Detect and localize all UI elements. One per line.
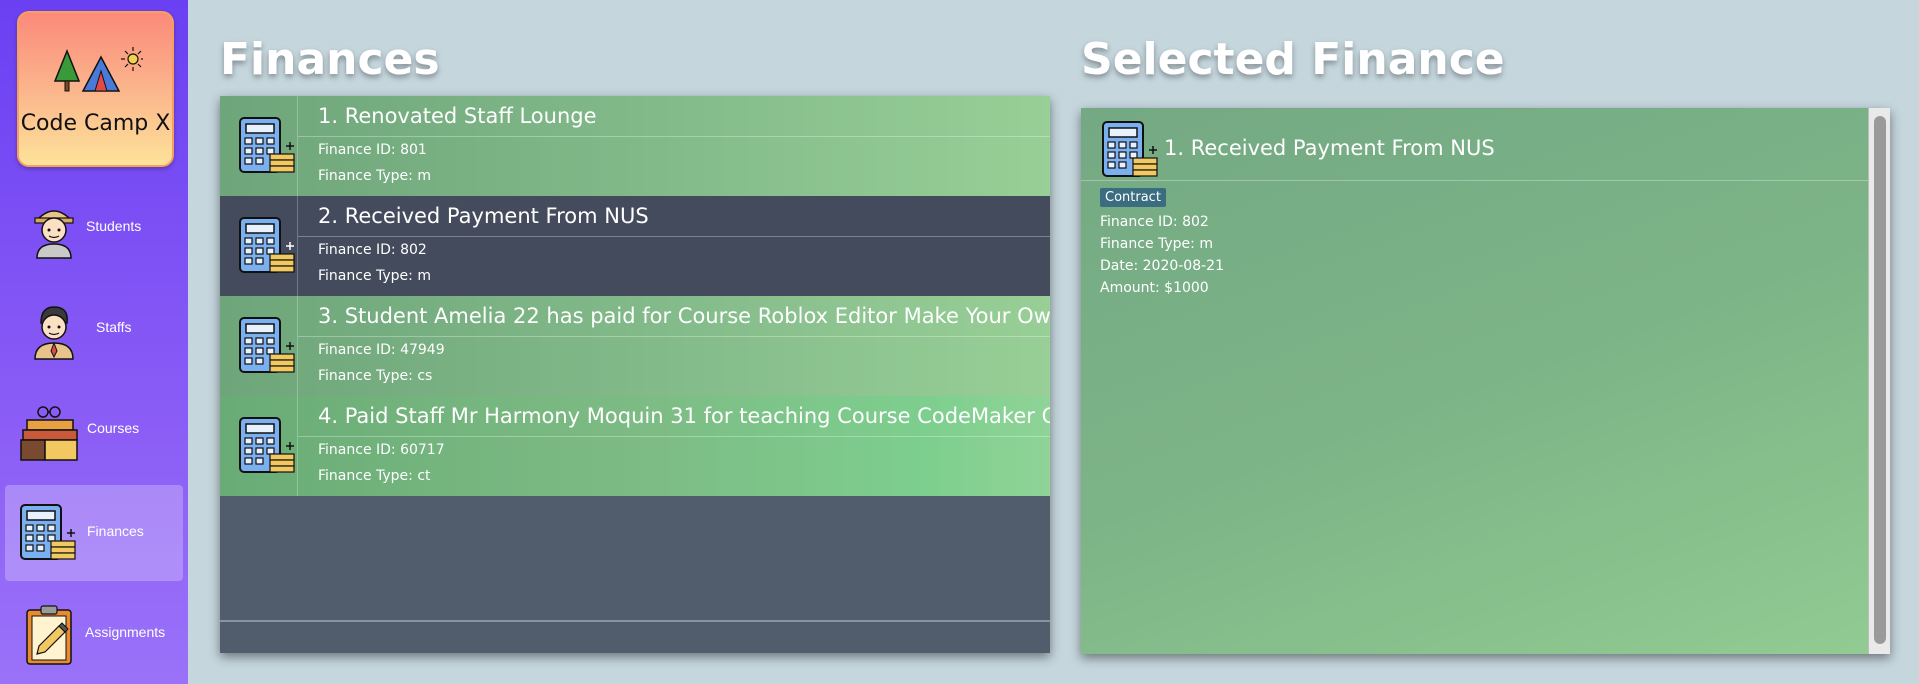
finance-title: 2. Received Payment From NUS [318, 204, 649, 228]
camp-logo-icon [53, 47, 143, 92]
books-icon [20, 406, 78, 461]
selected-finance-date: Date: 2020-08-21 [1100, 258, 1224, 274]
list-item[interactable]: 2. Received Payment From NUS Finance ID:… [220, 196, 1050, 296]
app-logo: Code Camp X [17, 11, 174, 167]
sidebar-item-staffs[interactable]: Staffs [5, 281, 183, 377]
finance-id: Finance ID: 47949 [318, 342, 445, 358]
calculator-icon [239, 417, 295, 473]
calculator-icon [239, 317, 295, 373]
student-icon [34, 210, 74, 259]
finance-id: Finance ID: 801 [318, 142, 427, 158]
sidebar-item-students[interactable]: Students [5, 180, 183, 276]
calculator-icon [239, 117, 295, 173]
selected-finance-panel: 1. Received Payment From NUS Contract Fi… [1081, 108, 1890, 654]
vertical-scrollbar[interactable] [1868, 108, 1890, 654]
status-badge: Contract [1100, 188, 1166, 207]
calculator-icon [1102, 121, 1158, 177]
selected-finance-id: Finance ID: 802 [1100, 214, 1209, 230]
sidebar-item-label: Assignments [85, 624, 166, 640]
staff-icon [34, 306, 74, 360]
clipboard-pencil-icon [26, 605, 72, 665]
divider [298, 236, 1050, 237]
finance-title: 3. Student Amelia 22 has paid for Course… [318, 304, 1050, 328]
scrollbar-thumb[interactable] [1874, 116, 1886, 644]
divider [298, 336, 1050, 337]
finance-title: 1. Renovated Staff Lounge [318, 104, 597, 128]
selected-title: Selected Finance [1081, 34, 1505, 85]
divider [1081, 180, 1868, 181]
list-item[interactable]: 4. Paid Staff Mr Harmony Moquin 31 for t… [220, 396, 1050, 496]
sidebar-item-label: Students [86, 218, 142, 234]
divider [298, 436, 1050, 437]
finance-title: 4. Paid Staff Mr Harmony Moquin 31 for t… [318, 404, 1050, 428]
sidebar-item-courses[interactable]: Courses [5, 382, 183, 478]
sidebar: Code Camp X Students Staffs Courses Fina… [0, 0, 188, 684]
row-icon-cell [220, 96, 298, 196]
row-icon-cell [220, 396, 298, 496]
list-item[interactable]: 3. Student Amelia 22 has paid for Course… [220, 296, 1050, 396]
selected-finance-title: 1. Received Payment From NUS [1164, 136, 1495, 160]
selected-finance-type: Finance Type: m [1100, 236, 1213, 252]
finance-type: Finance Type: ct [318, 468, 431, 484]
finance-type: Finance Type: cs [318, 368, 433, 384]
finance-list[interactable]: 1. Renovated Staff Lounge Finance ID: 80… [220, 96, 1050, 653]
logo-text: Code Camp X [20, 111, 171, 136]
row-icon-cell [220, 196, 298, 296]
calculator-icon [20, 504, 76, 560]
finance-id: Finance ID: 60717 [318, 442, 445, 458]
sidebar-item-label: Staffs [96, 319, 132, 335]
sidebar-item-assignments[interactable]: Assignments [5, 586, 183, 682]
finance-type: Finance Type: m [318, 268, 431, 284]
selected-finance-amount: Amount: $1000 [1100, 280, 1209, 296]
divider [298, 136, 1050, 137]
finance-type: Finance Type: m [318, 168, 431, 184]
finance-id: Finance ID: 802 [318, 242, 427, 258]
list-item[interactable]: 1. Renovated Staff Lounge Finance ID: 80… [220, 96, 1050, 196]
horizontal-scrollbar-track[interactable] [220, 620, 1050, 622]
sidebar-item-label: Courses [87, 420, 140, 436]
row-icon-cell [220, 296, 298, 396]
sidebar-item-finances[interactable]: Finances [5, 485, 183, 581]
calculator-icon [239, 217, 295, 273]
page-title: Finances [220, 34, 440, 85]
sidebar-item-label: Finances [87, 523, 144, 539]
